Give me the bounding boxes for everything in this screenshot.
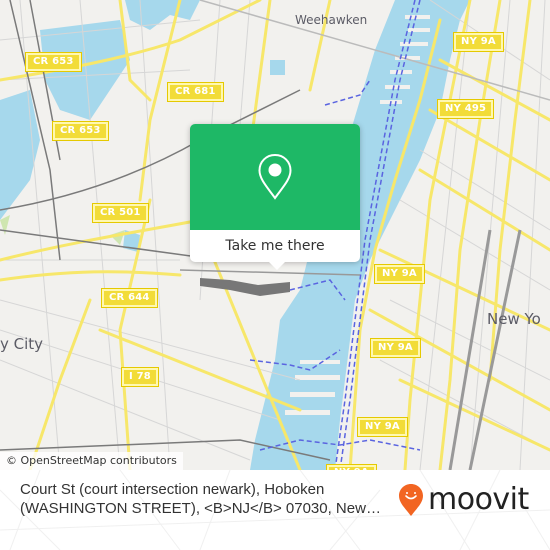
take-me-there-popup[interactable]: Take me there <box>190 124 360 262</box>
hoboken-terminal <box>200 278 290 296</box>
address-line-2: (WASHINGTON STREET), <B>NJ</B> 07030, Ne… <box>20 500 381 517</box>
road-shield-ny495: NY 495 <box>436 99 495 119</box>
road-shield-i78: I 78 <box>121 367 159 387</box>
road-shield-ny9a: NY 9A <box>357 417 408 437</box>
footer: Court St (court intersection newark), Ho… <box>0 470 550 550</box>
bay-water <box>125 0 200 30</box>
road-shield-ny9a: NY 9A <box>374 264 425 284</box>
moovit-pin-icon <box>399 484 423 516</box>
place-label-new-york: New Yo <box>487 310 541 328</box>
road-shield-ny9a: NY 9A <box>453 32 504 52</box>
place-label-jersey-city: y City <box>0 335 44 353</box>
take-me-there-button[interactable]: Take me there <box>190 230 360 262</box>
road-shield-cr653: CR 653 <box>25 52 82 72</box>
place-label-weehawken: Weehawken <box>295 13 368 27</box>
location-pin-icon <box>258 153 292 200</box>
map-attribution[interactable]: © OpenStreetMap contributors <box>0 452 183 470</box>
road-shield-cr681: CR 681 <box>167 82 224 102</box>
popup-pointer <box>268 261 286 270</box>
moovit-wordmark: moovit <box>428 482 529 517</box>
road-shield-cr501: CR 501 <box>92 203 149 223</box>
popup-header <box>190 124 360 230</box>
pond <box>270 60 285 75</box>
road-shield-cr644: CR 644 <box>101 288 158 308</box>
road-shield-ny9a: NY 9A <box>370 338 421 358</box>
stop-address: Court St (court intersection newark), Ho… <box>20 480 390 518</box>
west-water-2 <box>0 90 40 220</box>
road-shield-cr653: CR 653 <box>52 121 109 141</box>
address-line-1: Court St (court intersection newark), Ho… <box>20 481 325 498</box>
moovit-logo[interactable]: moovit <box>398 480 529 520</box>
map[interactable]: Weehawken y City New Yo CR 653 CR 653 CR… <box>0 0 550 470</box>
